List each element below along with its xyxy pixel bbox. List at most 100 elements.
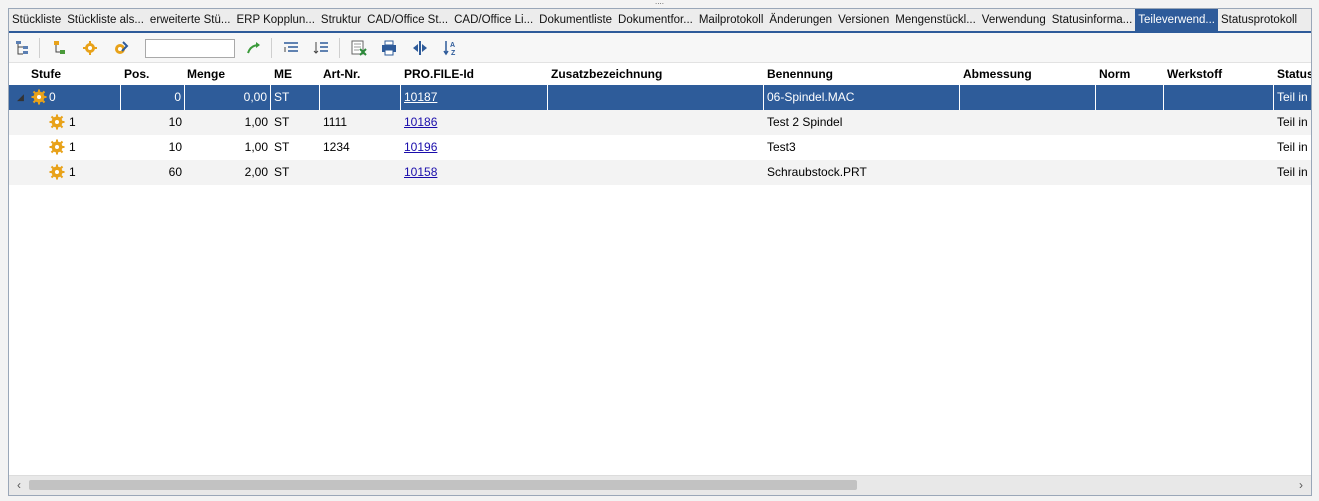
toolbar-separator [339, 38, 340, 58]
cell-pos: 10 [168, 115, 182, 129]
part-gear-icon [49, 139, 65, 155]
expand-triangle-icon[interactable]: ◢ [17, 92, 24, 103]
column-header-abmessung[interactable]: Abmessung [963, 67, 1032, 81]
cell-zusatzbezeichnung [548, 110, 764, 135]
column-header-norm[interactable]: Norm [1099, 67, 1130, 81]
tab-bar: Stückliste Stückliste als... erweiterte St… [9, 9, 1311, 33]
tab-stueckliste[interactable]: Stückliste [9, 9, 64, 31]
scroll-right-icon[interactable]: › [1293, 478, 1309, 492]
table-row[interactable]: 1 10 1,00 ST 1111 10186 Test 2 Spindel T… [9, 110, 1311, 135]
cell-menge: 1,00 [244, 115, 268, 129]
svg-text:Z: Z [451, 50, 456, 57]
toolbar-separator [39, 38, 40, 58]
tab-cad-office-liste[interactable]: CAD/Office Li... [451, 9, 536, 31]
tab-erweiterte-stueckliste[interactable]: erweiterte Stü... [147, 9, 234, 31]
cell-stufe: 1 [69, 140, 76, 154]
cell-abmessung [960, 160, 1096, 185]
part-gear-icon [31, 89, 47, 105]
print-icon[interactable] [380, 39, 398, 57]
tab-cad-office-status[interactable]: CAD/Office St... [364, 9, 451, 31]
horizontal-scrollbar[interactable]: ‹ › [9, 475, 1311, 495]
edit-gear-icon[interactable] [112, 39, 130, 57]
column-header-stufe[interactable]: Stufe [31, 67, 61, 81]
table-row[interactable]: ◢ 0 0 0,00 ST 10187 06-Spindel.MAC Teil … [9, 85, 1311, 110]
column-header-profile-id[interactable]: PRO.FILE-Id [404, 67, 474, 81]
toolbar: AZ [9, 33, 1311, 63]
go-arrow-icon[interactable] [245, 39, 263, 57]
insert-node-icon[interactable] [51, 39, 69, 57]
tab-dokumentliste[interactable]: Dokumentliste [536, 9, 615, 31]
cell-abmessung [960, 110, 1096, 135]
tab-versionen[interactable]: Versionen [835, 9, 892, 31]
cell-werkstoff [1164, 85, 1274, 110]
column-header-pos[interactable]: Pos. [124, 67, 149, 81]
cell-menge: 2,00 [244, 165, 268, 179]
tab-statusinformation[interactable]: Statusinforma... [1049, 9, 1136, 31]
scrollbar-thumb[interactable] [29, 480, 857, 490]
column-fit-icon[interactable] [411, 39, 429, 57]
cell-benennung: 06-Spindel.MAC [764, 85, 960, 110]
cell-artnr [320, 85, 401, 110]
cell-menge: 0,00 [185, 85, 271, 110]
gear-settings-icon[interactable] [81, 39, 99, 57]
cell-werkstoff [1164, 160, 1274, 185]
column-header-artnr[interactable]: Art-Nr. [323, 67, 360, 81]
splitter-grip[interactable]: .... [0, 0, 1319, 6]
svg-text:A: A [450, 42, 455, 49]
tree-structure-icon[interactable] [14, 39, 32, 57]
tab-struktur[interactable]: Struktur [318, 9, 364, 31]
tab-aenderungen[interactable]: Änderungen [766, 9, 835, 31]
tab-verwendung[interactable]: Verwendung [979, 9, 1049, 31]
sort-az-icon[interactable]: AZ [442, 39, 460, 57]
tab-erp-kopplung[interactable]: ERP Kopplun... [233, 9, 317, 31]
part-gear-icon [49, 164, 65, 180]
cell-me: ST [271, 85, 320, 110]
cell-me: ST [274, 115, 290, 129]
cell-stufe: 1 [69, 165, 76, 179]
cell-benennung: Test 2 Spindel [767, 115, 843, 129]
cell-pos: 60 [168, 165, 182, 179]
cell-me: ST [274, 165, 290, 179]
scroll-left-icon[interactable]: ‹ [11, 478, 27, 492]
column-header-zusatzbezeichnung[interactable]: Zusatzbezeichnung [551, 67, 662, 81]
parts-usage-grid: Stufe Pos. Menge ME Art-Nr. PRO.FILE-Id … [9, 63, 1311, 473]
tab-teileverwendung[interactable]: Teileverwend... [1135, 9, 1218, 31]
expand-all-icon[interactable] [282, 39, 300, 57]
profile-id-link[interactable]: 10158 [404, 165, 437, 179]
excel-export-icon[interactable] [350, 39, 368, 57]
tab-stueckliste-als[interactable]: Stückliste als... [64, 9, 147, 31]
search-input[interactable] [145, 39, 235, 58]
column-header-me[interactable]: ME [274, 67, 292, 81]
cell-zusatzbezeichnung [548, 135, 764, 160]
cell-menge: 1,00 [244, 140, 268, 154]
cell-status: Teil in [1277, 140, 1308, 154]
cell-profile-id: 10158 [401, 160, 548, 185]
profile-id-link[interactable]: 10196 [404, 140, 437, 154]
cell-norm [1096, 160, 1164, 185]
tab-mailprotokoll[interactable]: Mailprotokoll [696, 9, 767, 31]
tab-dokumentformat[interactable]: Dokumentfor... [615, 9, 696, 31]
cell-artnr [320, 160, 401, 185]
parts-usage-panel: Stückliste Stückliste als... erweiterte St… [8, 8, 1312, 496]
profile-id-link[interactable]: 10187 [404, 90, 437, 104]
column-header-status[interactable]: Status [1277, 67, 1311, 81]
cell-norm [1096, 110, 1164, 135]
profile-id-link[interactable]: 10186 [404, 115, 437, 129]
cell-status: Teil in [1277, 115, 1308, 129]
tab-mengenstueckliste[interactable]: Mengenstückl... [892, 9, 979, 31]
column-header-benennung[interactable]: Benennung [767, 67, 833, 81]
cell-profile-id: 10187 [401, 85, 548, 110]
cell-artnr: 1111 [323, 115, 348, 129]
cell-norm [1096, 85, 1164, 110]
cell-zusatzbezeichnung [548, 160, 764, 185]
cell-benennung: Test3 [767, 140, 796, 154]
collapse-all-icon[interactable] [312, 39, 330, 57]
cell-benennung: Schraubstock.PRT [767, 165, 867, 179]
table-row[interactable]: 1 60 2,00 ST 10158 Schraubstock.PRT Teil… [9, 160, 1311, 185]
column-header-werkstoff[interactable]: Werkstoff [1167, 67, 1222, 81]
tab-statusprotokoll[interactable]: Statusprotokoll [1218, 9, 1300, 31]
cell-profile-id: 10196 [401, 135, 548, 160]
column-header-menge[interactable]: Menge [187, 67, 225, 81]
table-row[interactable]: 1 10 1,00 ST 1234 10196 Test3 Teil in [9, 135, 1311, 160]
cell-status: Teil in [1277, 90, 1308, 104]
